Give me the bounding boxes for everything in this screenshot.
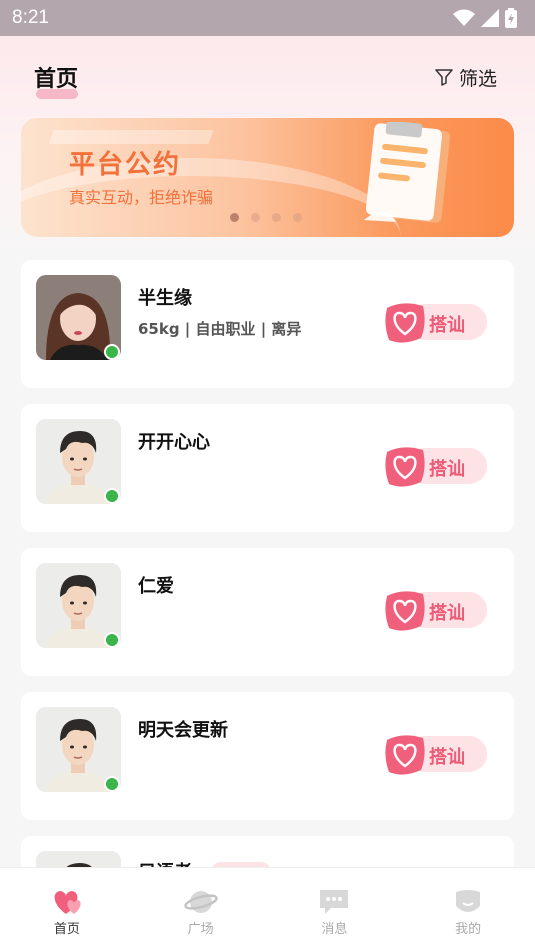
user-name: 明天会更新	[138, 720, 228, 741]
chat-button[interactable]: 搭讪	[383, 303, 487, 343]
system-icons	[453, 8, 517, 28]
tab-square[interactable]: 广场	[161, 888, 241, 937]
online-indicator	[104, 632, 120, 648]
heart-icon	[385, 303, 425, 343]
page-title: 首页	[34, 67, 79, 92]
user-card[interactable]: 明天会更新 搭讪	[21, 692, 514, 820]
user-name: 仁爱	[138, 576, 174, 597]
online-indicator	[104, 344, 120, 360]
chat-button[interactable]: 搭讪	[383, 735, 487, 775]
user-list: 半生缘 65kg | 自由职业 | 离异 搭讪 开开心心 搭讪 仁爱 搭讪 明天…	[21, 260, 514, 836]
tab-label: 首页	[53, 922, 80, 937]
filter-icon	[435, 69, 453, 86]
title-wrap: 首页	[34, 61, 79, 99]
carousel-dot[interactable]	[251, 213, 260, 222]
document-illustration-icon	[364, 122, 451, 223]
planet-icon	[183, 891, 218, 913]
banner-title: 平台公约	[69, 150, 182, 180]
heart-icon	[385, 591, 425, 631]
user-card[interactable]: 开开心心 搭讪	[21, 404, 514, 532]
bottom-tab-bar: 首页 广场 消息 我的	[0, 867, 535, 951]
home-heart-icon	[54, 891, 81, 914]
user-name: 半生缘	[138, 288, 192, 309]
tab-label: 广场	[187, 922, 214, 937]
wifi-icon	[453, 9, 475, 26]
user-card[interactable]: 仁爱 搭讪	[21, 548, 514, 676]
status-bar: 8:21	[0, 0, 535, 36]
chat-button[interactable]: 搭讪	[383, 591, 487, 631]
carousel-dot[interactable]	[230, 213, 239, 222]
heart-icon	[385, 735, 425, 775]
heart-icon	[385, 447, 425, 487]
announcement-banner[interactable]: 平台公约 真实互动，拒绝诈骗	[21, 118, 514, 237]
carousel-dot[interactable]	[293, 213, 302, 222]
tab-messages[interactable]: 消息	[294, 888, 374, 937]
user-card[interactable]: 半生缘 65kg | 自由职业 | 离异 搭讪	[21, 260, 514, 388]
page-header: 首页 筛选	[0, 36, 535, 118]
chat-button-label: 搭讪	[429, 315, 465, 336]
chat-button-label: 搭讪	[429, 459, 465, 480]
online-indicator	[104, 488, 120, 504]
banner-decoration-stripe	[48, 130, 214, 144]
filter-label: 筛选	[458, 67, 497, 90]
chat-button-label: 搭讪	[429, 603, 465, 624]
message-icon	[320, 890, 349, 914]
battery-charging-icon	[505, 8, 517, 28]
carousel-dot[interactable]	[272, 213, 281, 222]
tab-label: 消息	[321, 922, 348, 937]
user-name: 开开心心	[138, 432, 210, 453]
user-info: 65kg | 自由职业 | 离异	[138, 320, 302, 338]
status-time: 8:21	[12, 7, 49, 28]
tab-home[interactable]: 首页	[27, 888, 107, 937]
chat-button-label: 搭讪	[429, 747, 465, 768]
filter-button[interactable]: 筛选	[435, 64, 497, 91]
chat-button[interactable]: 搭讪	[383, 447, 487, 487]
tab-label: 我的	[455, 922, 482, 937]
profile-icon	[456, 890, 481, 912]
cellular-signal-icon	[481, 9, 499, 27]
banner-subtitle: 真实互动，拒绝诈骗	[69, 188, 214, 207]
carousel-indicator	[230, 213, 302, 222]
tab-profile[interactable]: 我的	[428, 888, 508, 937]
online-indicator	[104, 776, 120, 792]
